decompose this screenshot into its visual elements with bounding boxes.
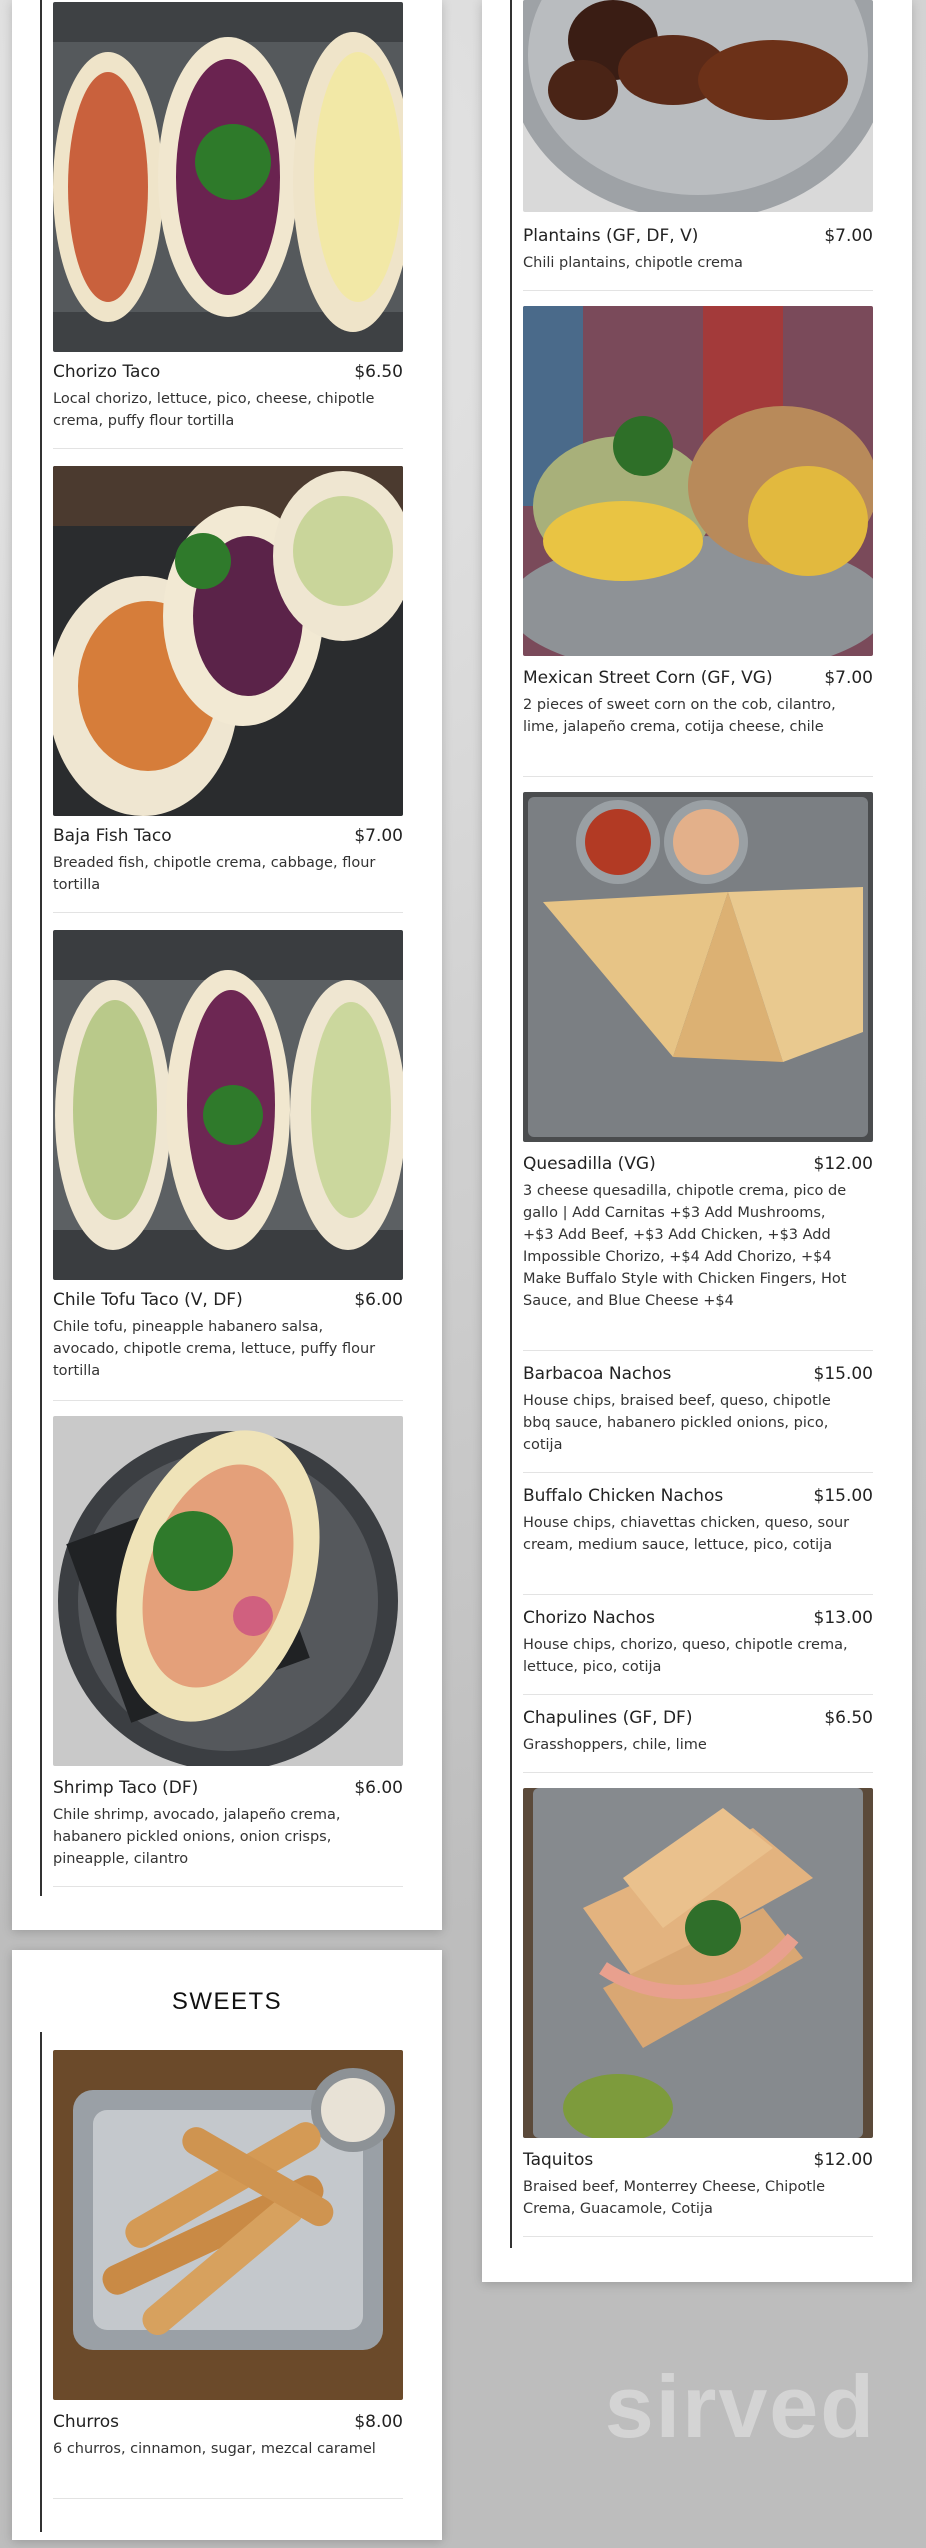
item-price: $6.00 — [354, 1290, 403, 1310]
item-name: Barbacoa Nachos — [523, 1364, 672, 1384]
divider — [523, 1772, 873, 1773]
divider — [523, 1694, 873, 1695]
item-description: Braised beef, Monterrey Cheese, Chipotle… — [523, 2179, 826, 2217]
item-description: Chili plantains, chipotle crema — [523, 255, 743, 271]
divider — [523, 1472, 873, 1473]
item-description: House chips, chorizo, queso, chipotle cr… — [523, 1637, 848, 1675]
item-description: 6 churros, cinnamon, sugar, mezcal caram… — [53, 2441, 376, 2457]
quesadilla-photo[interactable] — [523, 792, 873, 1142]
divider — [53, 1400, 403, 1401]
divider — [53, 1886, 403, 1887]
sweets-card: SWEETS Churros $8.00 6 churros, cinnamon… — [12, 1950, 442, 2540]
item-name: Shrimp Taco (DF) — [53, 1778, 199, 1798]
taquitos-photo[interactable] — [523, 1788, 873, 2138]
item-description: Grasshoppers, chile, lime — [523, 1737, 707, 1753]
divider — [523, 1350, 873, 1351]
item-price: $12.00 — [813, 2150, 873, 2170]
plantains-photo[interactable] — [523, 0, 873, 212]
item-name: Chorizo Taco — [53, 362, 161, 382]
item-description: Local chorizo, lettuce, pico, cheese, ch… — [53, 391, 375, 429]
section-title: SWEETS — [171, 1988, 283, 2015]
item-price: $15.00 — [813, 1364, 873, 1384]
divider — [523, 776, 873, 777]
sides-card: Plantains (GF, DF, V) $7.00 Chili planta… — [482, 0, 912, 2282]
item-description: House chips, chiavettas chicken, queso, … — [523, 1515, 850, 1553]
sirved-watermark: sirved — [604, 2357, 876, 2456]
tofu-taco-photo[interactable] — [53, 930, 403, 1280]
divider — [523, 290, 873, 291]
shrimp-taco-photo[interactable] — [53, 1416, 403, 1766]
item-price: $7.00 — [824, 668, 873, 688]
divider — [53, 2498, 403, 2499]
item-description: Chile tofu, pineapple habanero salsa, av… — [53, 1319, 376, 1379]
item-name: Buffalo Chicken Nachos — [523, 1486, 724, 1506]
item-price: $6.50 — [354, 362, 403, 382]
item-price: $6.00 — [354, 1778, 403, 1798]
column-rule — [40, 0, 42, 1896]
item-description: Chile shrimp, avocado, jalapeño crema, h… — [53, 1807, 341, 1867]
item-name: Quesadilla (VG) — [523, 1154, 656, 1174]
item-description: 2 pieces of sweet corn on the cob, cilan… — [523, 697, 836, 735]
item-price: $7.00 — [354, 826, 403, 846]
item-price: $7.00 — [824, 226, 873, 246]
divider — [53, 448, 403, 449]
taco-photo[interactable] — [53, 2, 403, 352]
tacos-card: Chorizo Taco $6.50 Local chorizo, lettuc… — [12, 0, 442, 1930]
divider — [523, 1594, 873, 1595]
column-rule — [510, 0, 512, 2248]
item-price: $6.50 — [824, 1708, 873, 1728]
divider — [523, 2236, 873, 2237]
corn-photo[interactable] — [523, 306, 873, 656]
item-name: Chorizo Nachos — [523, 1608, 655, 1628]
item-description: Breaded fish, chipotle crema, cabbage, f… — [53, 855, 376, 893]
item-name: Baja Fish Taco — [53, 826, 172, 846]
fish-taco-photo[interactable] — [53, 466, 403, 816]
item-name: Chapulines (GF, DF) — [523, 1708, 693, 1728]
divider — [53, 912, 403, 913]
item-description: House chips, braised beef, queso, chipot… — [523, 1393, 831, 1453]
item-name: Mexican Street Corn (GF, VG) — [523, 668, 773, 688]
item-price: $12.00 — [813, 1154, 873, 1174]
item-name: Chile Tofu Taco (V, DF) — [53, 1290, 243, 1310]
item-description: 3 cheese quesadilla, chipotle crema, pic… — [523, 1183, 847, 1309]
churros-photo[interactable] — [53, 2050, 403, 2400]
item-price: $15.00 — [813, 1486, 873, 1506]
item-price: $8.00 — [354, 2412, 403, 2432]
item-name: Plantains (GF, DF, V) — [523, 226, 699, 246]
item-name: Taquitos — [523, 2150, 594, 2170]
item-name: Churros — [53, 2412, 119, 2432]
item-price: $13.00 — [813, 1608, 873, 1628]
column-rule — [40, 2032, 42, 2532]
